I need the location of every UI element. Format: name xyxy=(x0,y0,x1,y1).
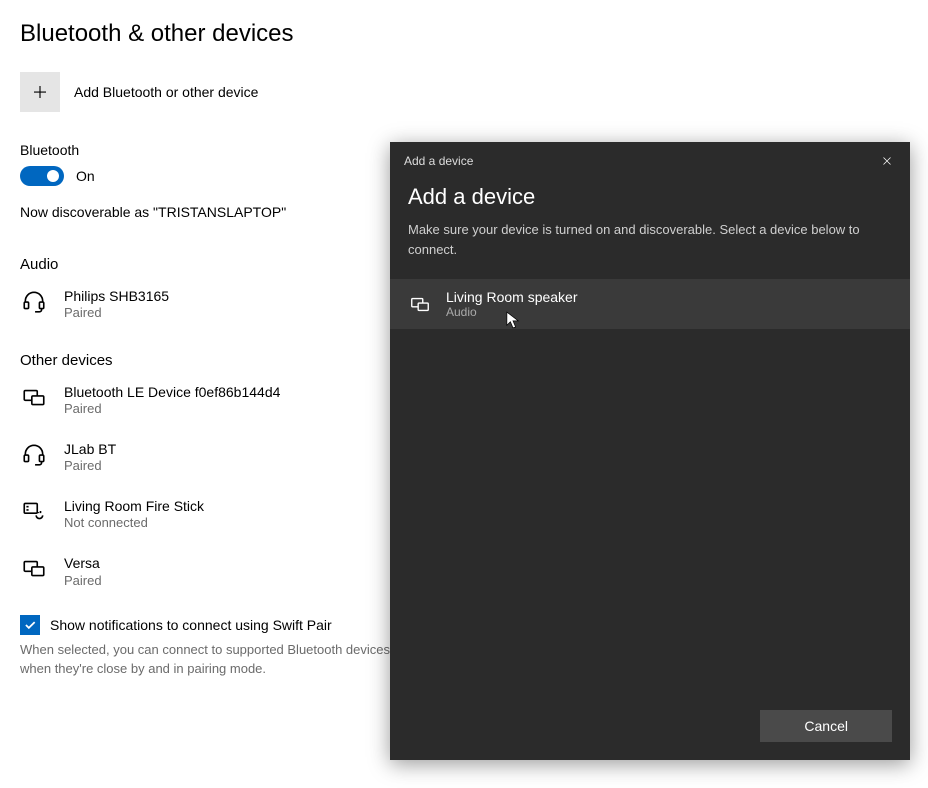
add-device-dialog: Add a device Add a device Make sure your… xyxy=(390,142,910,760)
swift-pair-label: Show notifications to connect using Swif… xyxy=(50,617,332,633)
device-status: Paired xyxy=(64,458,116,475)
add-device-label: Add Bluetooth or other device xyxy=(74,84,258,100)
device-name: Versa xyxy=(64,554,102,572)
found-device-texts: Living Room speaker Audio xyxy=(446,289,578,319)
device-texts: Bluetooth LE Device f0ef86b144d4 Paired xyxy=(64,383,280,418)
device-texts: JLab BT Paired xyxy=(64,440,116,475)
dialog-footer: Cancel xyxy=(390,696,910,760)
found-device-name: Living Room speaker xyxy=(446,289,578,305)
swift-pair-checkbox[interactable] xyxy=(20,615,40,635)
headset-icon xyxy=(20,440,48,468)
close-icon xyxy=(881,155,893,167)
generic-device-icon xyxy=(20,383,48,411)
dialog-description: Make sure your device is turned on and d… xyxy=(408,220,892,259)
close-button[interactable] xyxy=(878,152,896,170)
device-status: Paired xyxy=(64,305,169,322)
found-device-type: Audio xyxy=(446,305,578,319)
device-name: JLab BT xyxy=(64,440,116,458)
toggle-knob xyxy=(47,170,59,182)
device-status: Not connected xyxy=(64,515,204,532)
device-status: Paired xyxy=(64,401,280,418)
device-name: Bluetooth LE Device f0ef86b144d4 xyxy=(64,383,280,401)
add-device-button[interactable]: Add Bluetooth or other device xyxy=(20,72,908,112)
bluetooth-toggle[interactable] xyxy=(20,166,64,186)
display-device-icon xyxy=(408,292,432,316)
device-status: Paired xyxy=(64,573,102,590)
device-texts: Versa Paired xyxy=(64,554,102,589)
dialog-body: Add a device Make sure your device is tu… xyxy=(390,180,910,696)
swift-pair-description: When selected, you can connect to suppor… xyxy=(20,641,440,677)
media-device-icon xyxy=(20,497,48,525)
device-name: Living Room Fire Stick xyxy=(64,497,204,515)
headset-icon xyxy=(20,287,48,315)
dialog-titlebar-text: Add a device xyxy=(404,154,473,168)
found-device-item[interactable]: Living Room speaker Audio xyxy=(390,279,910,329)
device-texts: Living Room Fire Stick Not connected xyxy=(64,497,204,532)
dialog-heading: Add a device xyxy=(408,184,892,210)
device-name: Philips SHB3165 xyxy=(64,287,169,305)
generic-device-icon xyxy=(20,554,48,582)
page-title: Bluetooth & other devices xyxy=(20,20,908,48)
bluetooth-state: On xyxy=(76,168,95,184)
dialog-titlebar: Add a device xyxy=(390,142,910,180)
cancel-button[interactable]: Cancel xyxy=(760,710,892,742)
device-texts: Philips SHB3165 Paired xyxy=(64,287,169,322)
plus-icon xyxy=(20,72,60,112)
